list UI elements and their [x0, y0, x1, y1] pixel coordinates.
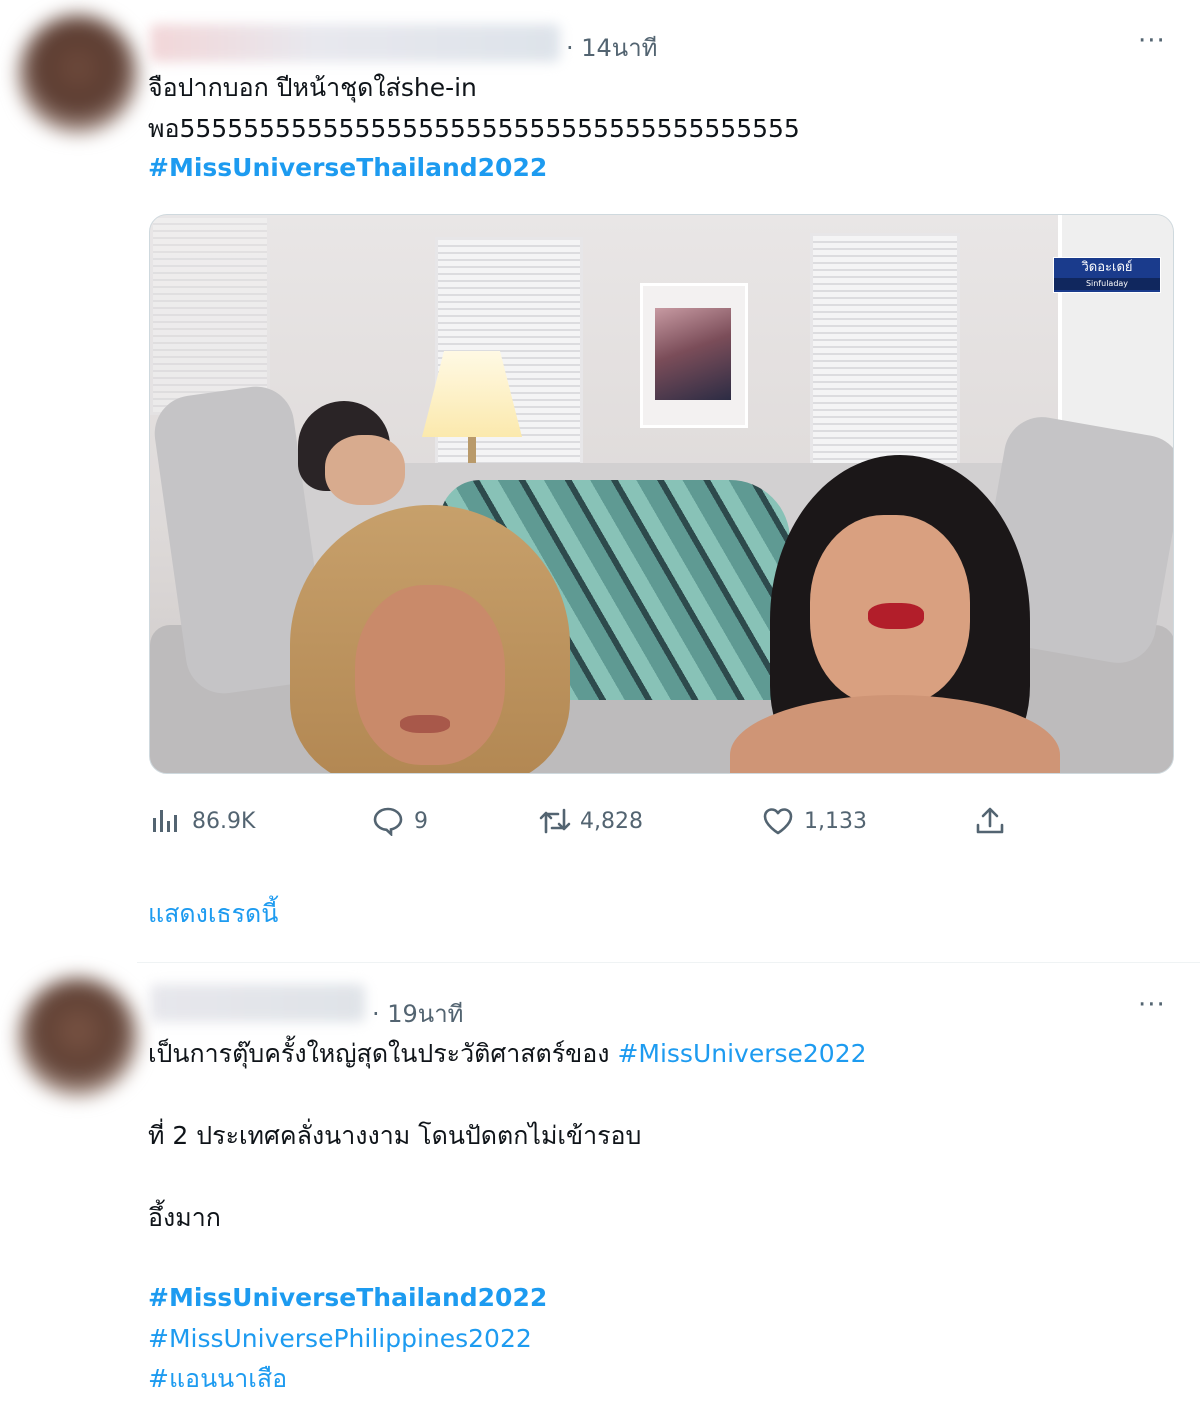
avatar[interactable]	[18, 977, 138, 1097]
blurred-username[interactable]	[150, 984, 365, 1022]
tweet-2[interactable]: · 19นาที ··· เป็นการตุ๊บครั้งใหญ่สุดในปร…	[0, 0, 1200, 1421]
tweet-text: เป็นการตุ๊บครั้งใหญ่สุดในประวัติศาสตร์ขอ…	[148, 1039, 618, 1068]
tweet-timestamp[interactable]: · 19นาที	[372, 994, 464, 1033]
hashtag-link[interactable]: #MissUniversePhilippines2022	[148, 1321, 532, 1357]
tweet-text-line: ที่ 2 ประเทศคลั่งนางงาม โดนปัดตกไม่เข้าร…	[148, 1121, 642, 1150]
hashtag-link[interactable]: #MissUniverseThailand2022	[148, 1280, 547, 1316]
tweet-text-line: อึ้งมาก	[148, 1203, 221, 1232]
hashtag-link[interactable]: #แอนนาเสือ	[148, 1361, 287, 1397]
tweet-text-line: เป็นการตุ๊บครั้งใหญ่สุดในประวัติศาสตร์ขอ…	[148, 1036, 867, 1072]
more-options-button[interactable]: ···	[1138, 990, 1166, 1020]
hashtag-link[interactable]: #MissUniverse2022	[617, 1039, 866, 1068]
